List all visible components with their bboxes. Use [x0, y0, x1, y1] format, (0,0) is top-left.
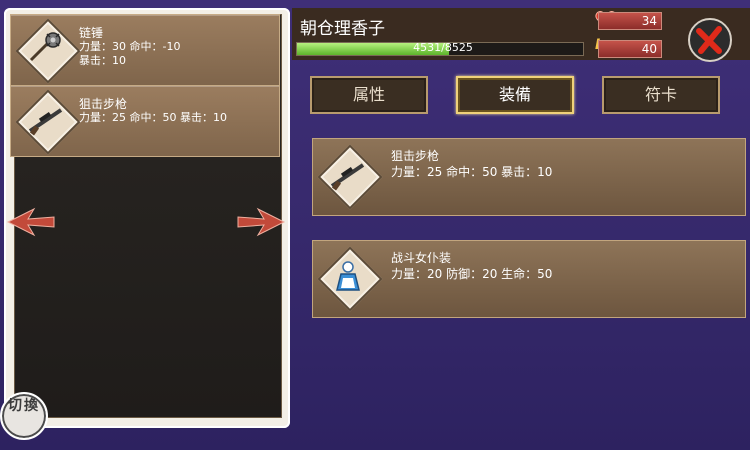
item-stats: 力量：30 命中：-10 暴击：10	[79, 40, 181, 67]
item-icon-frame	[15, 18, 81, 84]
item-name: 战斗女仆装	[391, 251, 452, 265]
switch-button[interactable]: 切換	[0, 392, 48, 440]
sniper-rifle-icon	[330, 163, 365, 191]
level-pill: 40	[598, 40, 662, 58]
tab-attributes[interactable]: 属性	[310, 76, 428, 114]
tab-equipment[interactable]: 装備	[456, 76, 574, 114]
sniper-rifle-icon	[28, 108, 63, 136]
inventory-item[interactable]: 链锤 力量：30 命中：-10 暴击：10	[10, 14, 280, 86]
hp-pill: 34	[598, 12, 662, 30]
close-button[interactable]	[688, 18, 732, 62]
equipped-item[interactable]: 战斗女仆装 力量：20 防御：20 生命：50	[312, 240, 746, 318]
hp-value: 34	[641, 14, 657, 28]
level-value: 40	[641, 42, 657, 56]
item-icon-frame	[317, 246, 383, 312]
equipped-item[interactable]: 狙击步枪 力量：25 命中：50 暴击：10	[312, 138, 746, 216]
inventory-item[interactable]: 狙击步枪 力量：25 命中：50 暴击：10	[10, 85, 280, 157]
flail-icon	[29, 32, 61, 62]
maid-outfit-icon	[336, 261, 360, 291]
next-page-arrow-icon[interactable]	[236, 205, 288, 239]
item-name: 链锤	[79, 26, 104, 40]
close-icon	[696, 26, 722, 54]
item-stats: 力量：20 防御：20 生命：50	[391, 267, 553, 281]
item-name: 狙击步枪	[79, 97, 128, 111]
item-icon-frame	[15, 89, 81, 155]
prev-page-arrow-icon[interactable]	[4, 205, 56, 239]
character-name: 朝仓理香子	[300, 19, 385, 39]
tab-spell-cards[interactable]: 符卡	[602, 76, 720, 114]
item-stats: 力量：25 命中：50 暴击：10	[79, 111, 227, 124]
xp-text: 4531/8525	[413, 41, 473, 54]
item-stats: 力量：25 命中：50 暴击：10	[391, 165, 553, 179]
item-icon-frame	[317, 144, 383, 210]
switch-label: 切換	[8, 398, 40, 414]
item-name: 狙击步枪	[391, 149, 440, 163]
